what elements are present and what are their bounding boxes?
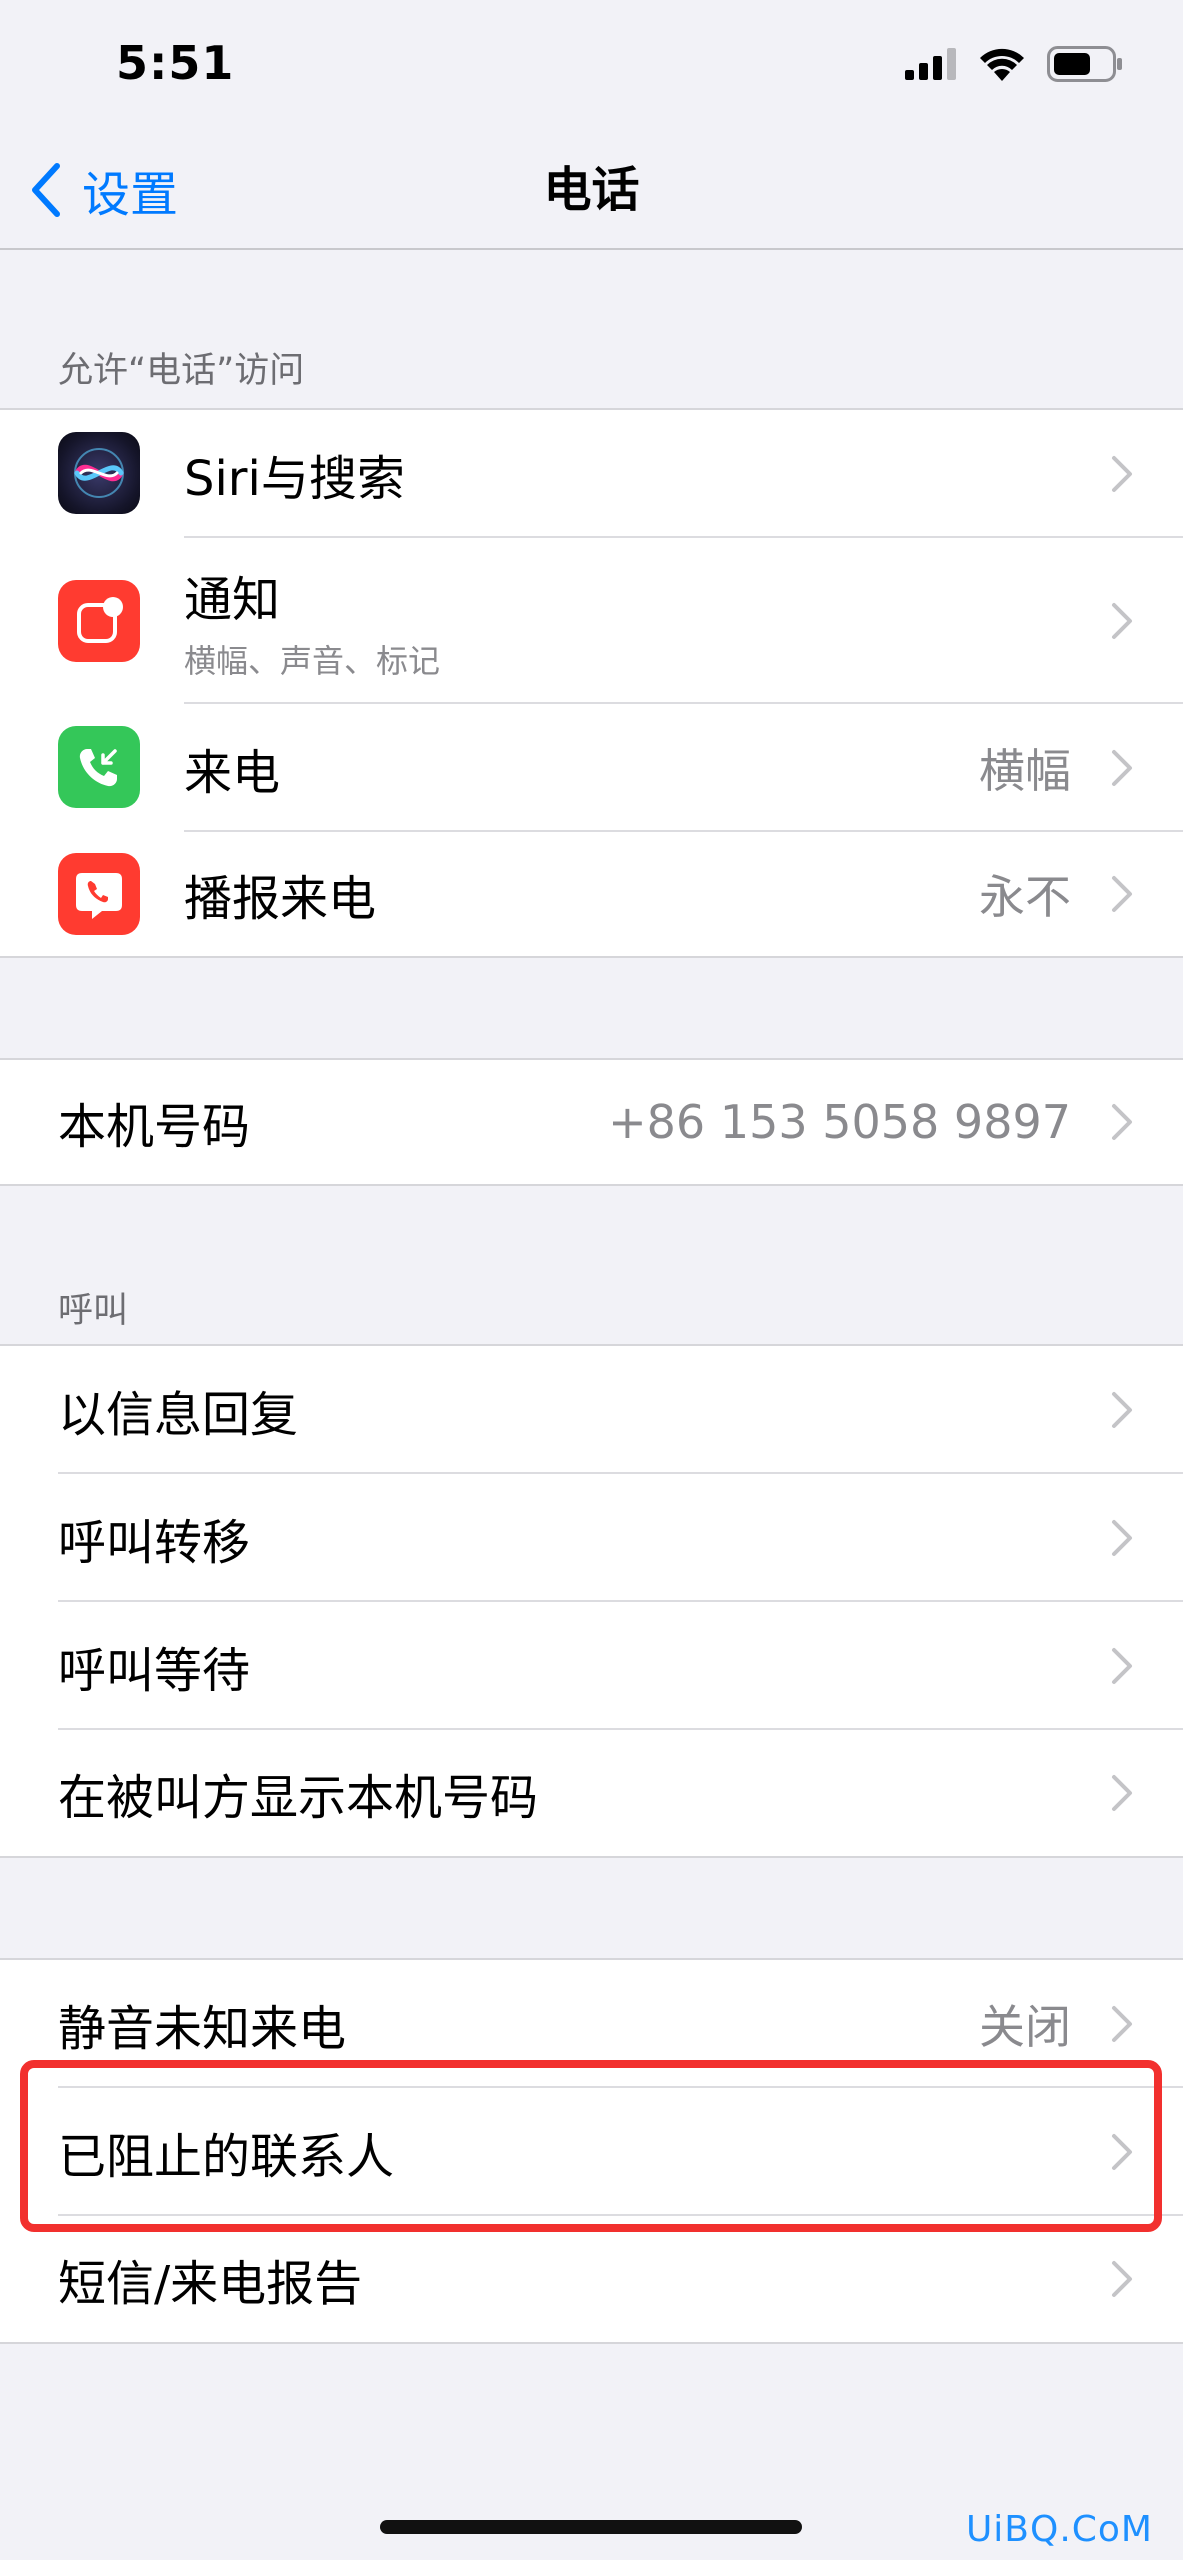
chevron-right-icon	[1112, 456, 1132, 492]
row-value: 关闭	[979, 2000, 1071, 2054]
siri-icon	[58, 432, 140, 514]
row-notifications[interactable]: 通知 横幅、声音、标记	[0, 538, 1183, 704]
row-label: 本机号码	[58, 1099, 251, 1155]
row-sms-call-reporting[interactable]: 短信/来电报告	[0, 2216, 1183, 2342]
navigation-bar: 设置 电话	[0, 130, 1183, 250]
row-label: 呼叫转移	[58, 1515, 251, 1571]
announce-call-icon	[58, 853, 140, 935]
calls-group: 以信息回复 呼叫转移 呼叫等待 在被叫方显示本机号码	[0, 1344, 1183, 1858]
row-label: 来电	[184, 745, 281, 801]
my-number-group: 本机号码 +86 153 5058 9897	[0, 1058, 1183, 1186]
row-label: 静音未知来电	[58, 2001, 347, 2057]
chevron-right-icon	[1112, 1392, 1132, 1428]
row-value: 永不	[979, 870, 1071, 924]
chevron-right-icon	[1112, 1520, 1132, 1556]
row-incoming-calls[interactable]: 来电 横幅	[0, 704, 1183, 832]
chevron-right-icon	[1112, 2006, 1132, 2042]
chevron-right-icon	[1112, 750, 1132, 786]
status-time: 5:51	[116, 36, 235, 90]
row-respond-with-text[interactable]: 以信息回复	[0, 1346, 1183, 1474]
row-label: 短信/来电报告	[58, 2256, 363, 2312]
row-sublabel: 横幅、声音、标记	[184, 642, 441, 680]
row-label: 以信息回复	[58, 1387, 299, 1443]
section-header-calls: 呼叫	[58, 1291, 129, 1331]
chevron-right-icon	[1112, 1648, 1132, 1684]
notification-icon	[58, 580, 140, 662]
chevron-right-icon	[1112, 1104, 1132, 1140]
status-bar: 5:51	[0, 0, 1183, 130]
chevron-right-icon	[1112, 876, 1132, 912]
section-header-allow-access: 允许“电话”访问	[58, 351, 305, 391]
access-group: Siri与搜索 通知 横幅、声音、标记 来电 横幅 播报来电 永不	[0, 408, 1183, 958]
status-icons	[905, 40, 1123, 88]
row-label: 播报来电	[184, 871, 377, 927]
row-siri-search[interactable]: Siri与搜索	[0, 410, 1183, 538]
row-value: 横幅	[979, 744, 1071, 798]
row-call-waiting[interactable]: 呼叫等待	[0, 1602, 1183, 1730]
row-announce-calls[interactable]: 播报来电 永不	[0, 832, 1183, 956]
row-label: 呼叫等待	[58, 1643, 251, 1699]
row-label: 已阻止的联系人	[58, 2129, 395, 2185]
row-call-forwarding[interactable]: 呼叫转移	[0, 1474, 1183, 1602]
battery-icon	[1047, 46, 1122, 82]
row-label: 通知	[184, 572, 281, 628]
home-indicator[interactable]	[380, 2520, 802, 2534]
row-label: 在被叫方显示本机号码	[58, 1770, 539, 1826]
row-silence-unknown-callers[interactable]: 静音未知来电 关闭	[0, 1960, 1183, 2088]
cellular-signal-icon	[905, 48, 956, 80]
page-title: 电话	[543, 162, 640, 218]
chevron-right-icon	[1112, 2134, 1132, 2170]
chevron-right-icon	[1112, 1775, 1132, 1811]
row-value: +86 153 5058 9897	[608, 1095, 1071, 1149]
wifi-icon	[980, 48, 1024, 81]
blocking-group: 静音未知来电 关闭 已阻止的联系人 短信/来电报告	[0, 1958, 1183, 2344]
chevron-right-icon	[1112, 2261, 1132, 2297]
chevron-right-icon	[1112, 603, 1132, 639]
row-show-caller-id[interactable]: 在被叫方显示本机号码	[0, 1730, 1183, 1856]
row-label: Siri与搜索	[184, 451, 405, 507]
row-my-number[interactable]: 本机号码 +86 153 5058 9897	[0, 1060, 1183, 1184]
incoming-call-icon	[58, 726, 140, 808]
watermark: UiBQ.CoM	[965, 2509, 1153, 2550]
row-blocked-contacts[interactable]: 已阻止的联系人	[0, 2088, 1183, 2216]
